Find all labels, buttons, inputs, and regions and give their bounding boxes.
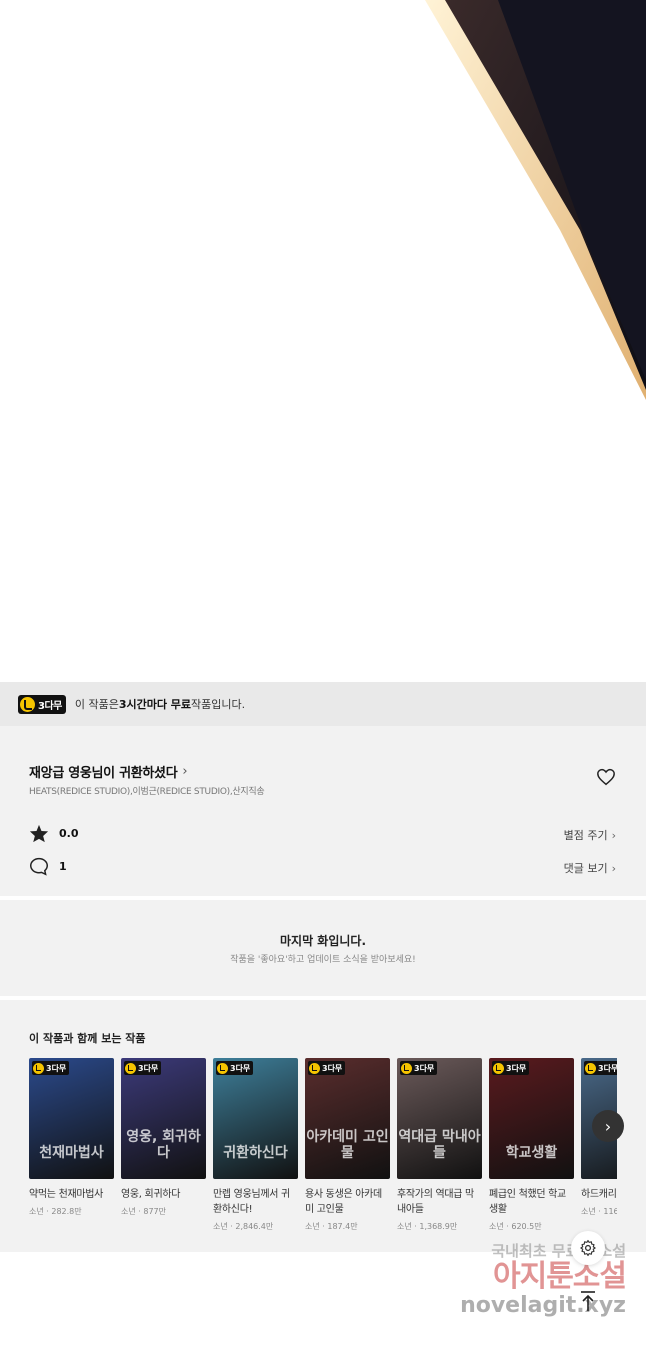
recommendation-card[interactable]: 3다무 영웅, 회귀하다 영웅, 회귀하다 소년 · 877만 xyxy=(121,1058,206,1217)
rate-button[interactable]: 별점 주기 › xyxy=(564,827,616,843)
recommendation-title[interactable]: 용사 동생은 아카데미 고인물 xyxy=(305,1187,390,1217)
recommendations-heading: 이 작품과 함께 보는 작품 xyxy=(29,1032,146,1045)
free-badge: 3다무 xyxy=(18,694,66,714)
recommendation-card[interactable]: 3다무아카데미 고인물용사 동생은 아카데미 고인물소년 · 187.4만 xyxy=(305,1058,390,1232)
clock-icon xyxy=(309,1062,320,1074)
clock-icon xyxy=(20,696,35,712)
recommendation-title[interactable]: 영웅, 회귀하다 xyxy=(121,1187,206,1202)
recommendation-cover[interactable]: 3다무귀환하신다 xyxy=(213,1058,298,1179)
free-badge: 3다무 xyxy=(492,1061,530,1075)
chevron-right-icon: › xyxy=(182,764,188,779)
comment-icon xyxy=(29,857,49,876)
recommendation-title[interactable]: 약먹는 천재마법사 xyxy=(29,1187,114,1202)
view-comments-label: 댓글 보기 xyxy=(563,862,608,875)
panel-illustration xyxy=(425,0,646,400)
recommendation-cover[interactable]: 3다무영웅, 회귀하다 xyxy=(121,1058,206,1179)
recommendation-cover[interactable]: 3다무역대급 막내아들 xyxy=(397,1058,482,1179)
rating-row: 0.0 xyxy=(29,824,79,843)
last-episode-heading: 마지막 화입니다. xyxy=(279,934,367,948)
recommendation-cover[interactable]: 3다무학교생활 xyxy=(489,1058,574,1179)
view-comments-button[interactable]: 댓글 보기 › xyxy=(564,860,616,876)
recommendations-carousel: 3다무 천재마법사 약먹는 천재마법사 소년 · 282.8만 3다무 영웅, 회귀하다 영… xyxy=(29,1058,617,1248)
clock-icon xyxy=(33,1062,44,1074)
cover-title-art: 천재마법사 xyxy=(39,1144,104,1161)
free-badge: 3다무 xyxy=(400,1061,438,1075)
clock-icon xyxy=(125,1062,136,1074)
clock-icon xyxy=(493,1062,504,1074)
last-episode-subtext: 작품을 '좋아요'하고 업데이트 소식을 받아보세요! xyxy=(230,955,416,965)
recommendation-title[interactable]: 하드캐리 xyxy=(581,1187,617,1202)
free-badge-label: 3다무 xyxy=(506,1063,527,1073)
rating-value: 0.0 xyxy=(59,827,79,840)
chevron-right-icon: › xyxy=(611,828,616,842)
clock-icon xyxy=(217,1062,228,1074)
free-badge-label: 3다무 xyxy=(598,1063,617,1073)
chevron-right-icon: › xyxy=(611,861,616,875)
recommendation-meta: 소년 · 2,846.4만 xyxy=(213,1222,274,1231)
free-every-3-hours-banner: 3다무 이 작품은 3시간마다 무료 작품입니다. xyxy=(0,682,646,726)
recommendation-meta: 소년 · 187.4만 xyxy=(305,1222,358,1231)
rate-button-label: 별점 주기 xyxy=(563,829,608,842)
gear-icon xyxy=(580,1239,596,1257)
recommendation-meta: 소년 · 877만 xyxy=(121,1207,166,1216)
heart-icon[interactable] xyxy=(596,768,616,786)
series-title-link[interactable]: 재앙급 영웅님이 귀환하셨다 › xyxy=(29,762,188,781)
recommendation-title[interactable]: 폐급인 척했던 학교생활 xyxy=(489,1187,574,1217)
free-badge-label: 3다무 xyxy=(414,1063,435,1073)
last-episode-notice: 마지막 화입니다. 작품을 '좋아요'하고 업데이트 소식을 받아보세요! xyxy=(0,900,646,996)
star-icon xyxy=(29,824,49,843)
recommendation-title[interactable]: 만렙 영웅님께서 귀환하신다! xyxy=(213,1187,298,1217)
recommendation-meta: 소년 · 282.8만 xyxy=(29,1207,82,1216)
clock-icon xyxy=(585,1062,596,1074)
chevron-right-icon: › xyxy=(604,1116,612,1136)
cover-title-art: 학교생활 xyxy=(505,1144,558,1161)
free-badge-label: 3다무 xyxy=(38,700,62,712)
recommendation-title[interactable]: 후작가의 역대급 막내아들 xyxy=(397,1187,482,1217)
free-badge-label: 3다무 xyxy=(322,1063,343,1073)
free-badge: 3다무 xyxy=(216,1061,254,1075)
series-title: 재앙급 영웅님이 귀환하셨다 xyxy=(29,766,178,781)
carousel-next-button[interactable]: › xyxy=(592,1110,624,1142)
series-info-section: 재앙급 영웅님이 귀환하셨다 › HEATS(REDICE STUDIO),이범… xyxy=(0,726,646,896)
recommendation-cover[interactable]: 3다무아카데미 고인물 xyxy=(305,1058,390,1179)
recommendation-cover[interactable]: 3다무천재마법사 xyxy=(29,1058,114,1179)
free-badge: 3다무 xyxy=(308,1061,346,1075)
cover-title-art: 아카데미 고인물 xyxy=(306,1129,389,1161)
free-badge-label: 3다무 xyxy=(138,1063,159,1073)
banner-text-bold: 3시간마다 무료 xyxy=(118,698,192,711)
free-badge: 3다무 xyxy=(124,1061,162,1075)
recommendation-meta: 소년 · 116 xyxy=(581,1207,617,1216)
free-badge-label: 3다무 xyxy=(230,1063,251,1073)
recommendation-card[interactable]: 3다무천재마법사약먹는 천재마법사소년 · 282.8만 xyxy=(29,1058,114,1217)
recommendations-section: 이 작품과 함께 보는 작품 3다무천재마법사약먹는 천재마법사소년 · 282… xyxy=(0,1000,646,1252)
recommendation-card[interactable]: 3다무귀환하신다만렙 영웅님께서 귀환하신다! 소년 · 2,846.4만 xyxy=(213,1058,298,1232)
arrow-up-icon xyxy=(581,1291,595,1311)
clock-icon xyxy=(401,1062,412,1074)
recommendation-meta: 소년 · 1,368.9만 xyxy=(397,1222,458,1231)
comments-row: 1 xyxy=(29,857,67,876)
series-authors: HEATS(REDICE STUDIO),이범근(REDICE STUDIO),… xyxy=(29,787,265,797)
webtoon-panel-image xyxy=(0,0,646,682)
free-badge: 3다무 xyxy=(584,1061,617,1075)
banner-text-suffix: 작품입니다. xyxy=(191,698,246,711)
viewer-page: 3다무 이 작품은 3시간마다 무료 작품입니다. 재앙급 영웅님이 귀환하셨다… xyxy=(0,0,646,1357)
recommendation-card[interactable]: 3다무학교생활폐급인 척했던 학교생활소년 · 620.5만 xyxy=(489,1058,574,1232)
settings-button[interactable] xyxy=(571,1231,605,1265)
banner-text-prefix: 이 작품은 xyxy=(74,698,119,711)
comment-count: 1 xyxy=(59,860,67,873)
recommendation-card[interactable]: 3다무역대급 막내아들후작가의 역대급 막내아들소년 · 1,368.9만 xyxy=(397,1058,482,1232)
recommendation-meta: 소년 · 620.5만 xyxy=(489,1222,542,1231)
cover-title-art: 영웅, 회귀하다 xyxy=(126,1129,201,1161)
cover-title-art: 역대급 막내아들 xyxy=(398,1129,481,1161)
cover-title-art: 귀환하신다 xyxy=(223,1144,288,1161)
free-badge-label: 3다무 xyxy=(46,1063,67,1073)
scroll-to-top-button[interactable] xyxy=(571,1284,605,1318)
free-badge: 3다무 xyxy=(32,1061,70,1075)
